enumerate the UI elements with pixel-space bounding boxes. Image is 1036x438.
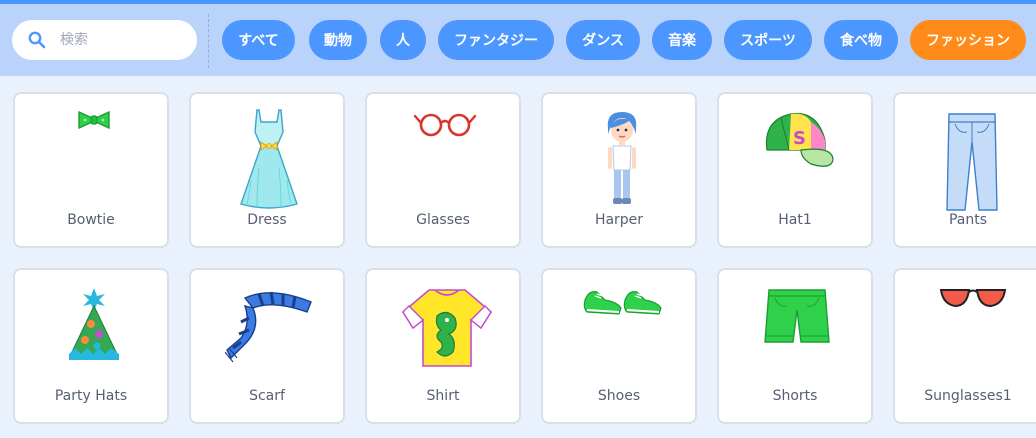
item-label: Shorts — [772, 388, 818, 404]
costume-item-sunglasses1[interactable]: Sunglasses1 — [893, 268, 1036, 424]
tag-dance[interactable]: ダンス — [566, 20, 640, 60]
costume-item-shorts[interactable]: Shorts — [717, 268, 873, 424]
item-label: Bowtie — [67, 212, 115, 228]
item-label: Sunglasses1 — [924, 388, 1012, 404]
shorts-icon — [719, 270, 871, 380]
item-label: Pants — [948, 212, 988, 228]
sunglasses-icon — [895, 270, 1036, 380]
search-input[interactable] — [58, 31, 172, 49]
tag-sports[interactable]: スポーツ — [724, 20, 812, 60]
tag-fashion[interactable]: ファッション — [910, 20, 1026, 60]
bowtie-icon — [15, 94, 167, 204]
header-divider — [208, 14, 209, 68]
filter-header: すべて 動物 人 ファンタジー ダンス 音楽 スポーツ 食べ物 ファッション — [0, 4, 1036, 76]
shoes-icon — [543, 270, 695, 380]
glasses-icon — [367, 94, 519, 204]
item-label: Hat1 — [778, 212, 812, 228]
tag-music[interactable]: 音楽 — [652, 20, 712, 60]
costume-item-scarf[interactable]: Scarf — [189, 268, 345, 424]
tag-people[interactable]: 人 — [380, 20, 426, 60]
item-label: Glasses — [416, 212, 470, 228]
tag-animals[interactable]: 動物 — [309, 20, 367, 60]
costume-item-party-hats[interactable]: Party Hats — [13, 268, 169, 424]
item-label: Shoes — [597, 388, 641, 404]
cap-icon: S — [719, 94, 871, 204]
svg-text:S: S — [793, 128, 806, 149]
search-icon — [28, 31, 46, 49]
tag-food[interactable]: 食べ物 — [824, 20, 898, 60]
tag-all[interactable]: すべて — [222, 20, 295, 60]
item-label: Harper — [594, 212, 644, 228]
costume-item-dress[interactable]: Dress — [189, 92, 345, 248]
search-box[interactable] — [12, 20, 197, 60]
costume-item-shoes[interactable]: Shoes — [541, 268, 697, 424]
dress-icon — [191, 94, 343, 209]
costume-item-hat1[interactable]: S Hat1 — [717, 92, 873, 248]
item-label: Dress — [247, 212, 287, 228]
costume-item-glasses[interactable]: Glasses — [365, 92, 521, 248]
shirt-icon — [367, 270, 519, 380]
item-label: Shirt — [426, 388, 460, 404]
tag-fantasy[interactable]: ファンタジー — [438, 20, 554, 60]
costume-item-harper[interactable]: Harper — [541, 92, 697, 248]
item-label: Scarf — [249, 388, 285, 404]
costume-item-shirt[interactable]: Shirt — [365, 268, 521, 424]
costume-item-bowtie[interactable]: Bowtie — [13, 92, 169, 248]
harper-icon — [543, 94, 695, 204]
item-label: Party Hats — [54, 388, 128, 404]
party-hat-icon — [15, 270, 167, 380]
costume-item-pants[interactable]: Pants — [893, 92, 1036, 248]
pants-icon — [895, 94, 1036, 211]
scarf-icon — [191, 270, 343, 380]
